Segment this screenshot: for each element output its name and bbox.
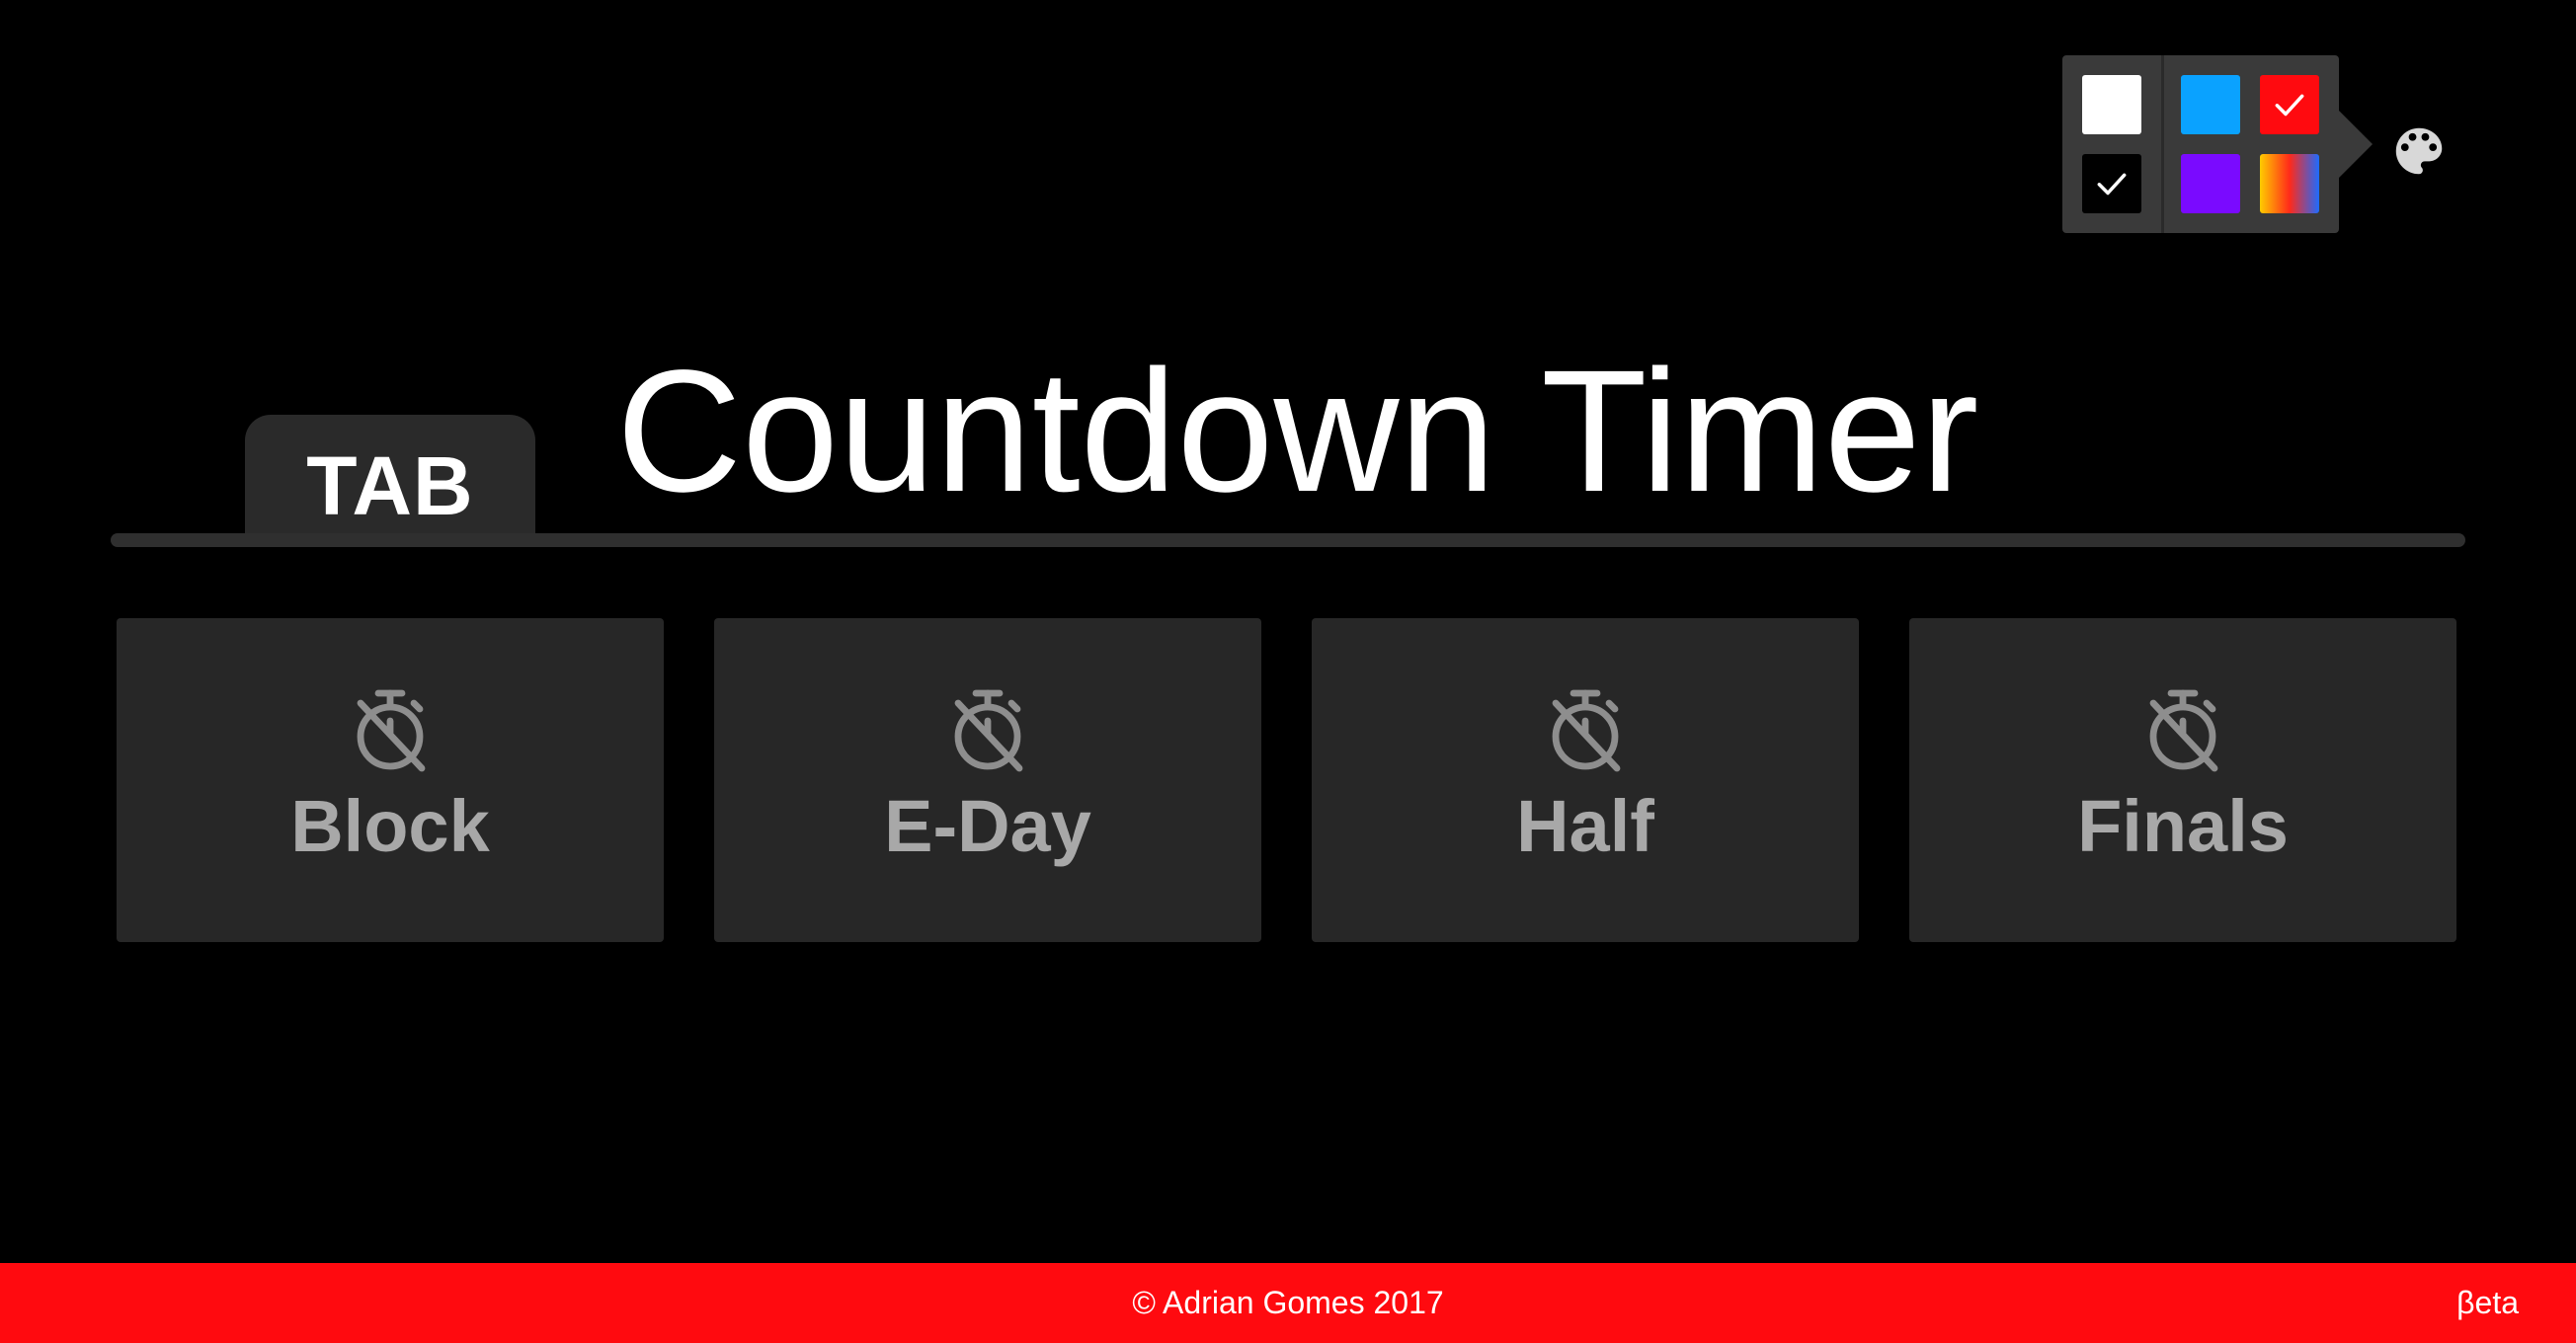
timer-off-icon <box>2149 689 2218 772</box>
check-icon <box>2275 94 2304 117</box>
title-divider <box>111 533 2465 547</box>
timer-off-icon <box>357 689 426 772</box>
tab-badge[interactable]: TAB <box>245 415 535 533</box>
card-label: Finals <box>2077 785 2289 867</box>
picker-divider <box>2161 55 2164 233</box>
card-label: E-Day <box>884 785 1091 867</box>
timer-off-icon <box>1552 689 1621 772</box>
page-title: Countdown Timer <box>616 335 1979 528</box>
beta-link[interactable]: βeta <box>2456 1263 2519 1343</box>
card-label: Block <box>290 785 490 867</box>
swatch-gradient[interactable] <box>2260 154 2319 213</box>
palette-icon[interactable] <box>2388 120 2450 182</box>
schedule-card-e-day[interactable]: E-Day <box>714 618 1261 942</box>
theme-picker <box>2062 55 2373 233</box>
swatch-white[interactable] <box>2082 75 2141 134</box>
check-icon <box>2097 173 2127 196</box>
schedule-card-half[interactable]: Half <box>1312 618 1859 942</box>
card-label: Half <box>1516 785 1654 867</box>
timer-off-icon <box>954 689 1023 772</box>
tab-label: TAB <box>306 439 474 532</box>
footer-copyright: © Adrian Gomes 2017 <box>1132 1285 1444 1320</box>
swatch-purple[interactable] <box>2181 154 2240 213</box>
swatch-red[interactable] <box>2260 75 2319 134</box>
schedule-card-block[interactable]: Block <box>117 618 664 942</box>
footer: © Adrian Gomes 2017 βeta <box>0 1263 2576 1343</box>
schedule-card-finals[interactable]: Finals <box>1909 618 2456 942</box>
swatch-blue[interactable] <box>2181 75 2240 134</box>
swatch-black[interactable] <box>2082 154 2141 213</box>
page: TAB Countdown Timer Block E-Day Half Fin… <box>0 0 2576 1343</box>
